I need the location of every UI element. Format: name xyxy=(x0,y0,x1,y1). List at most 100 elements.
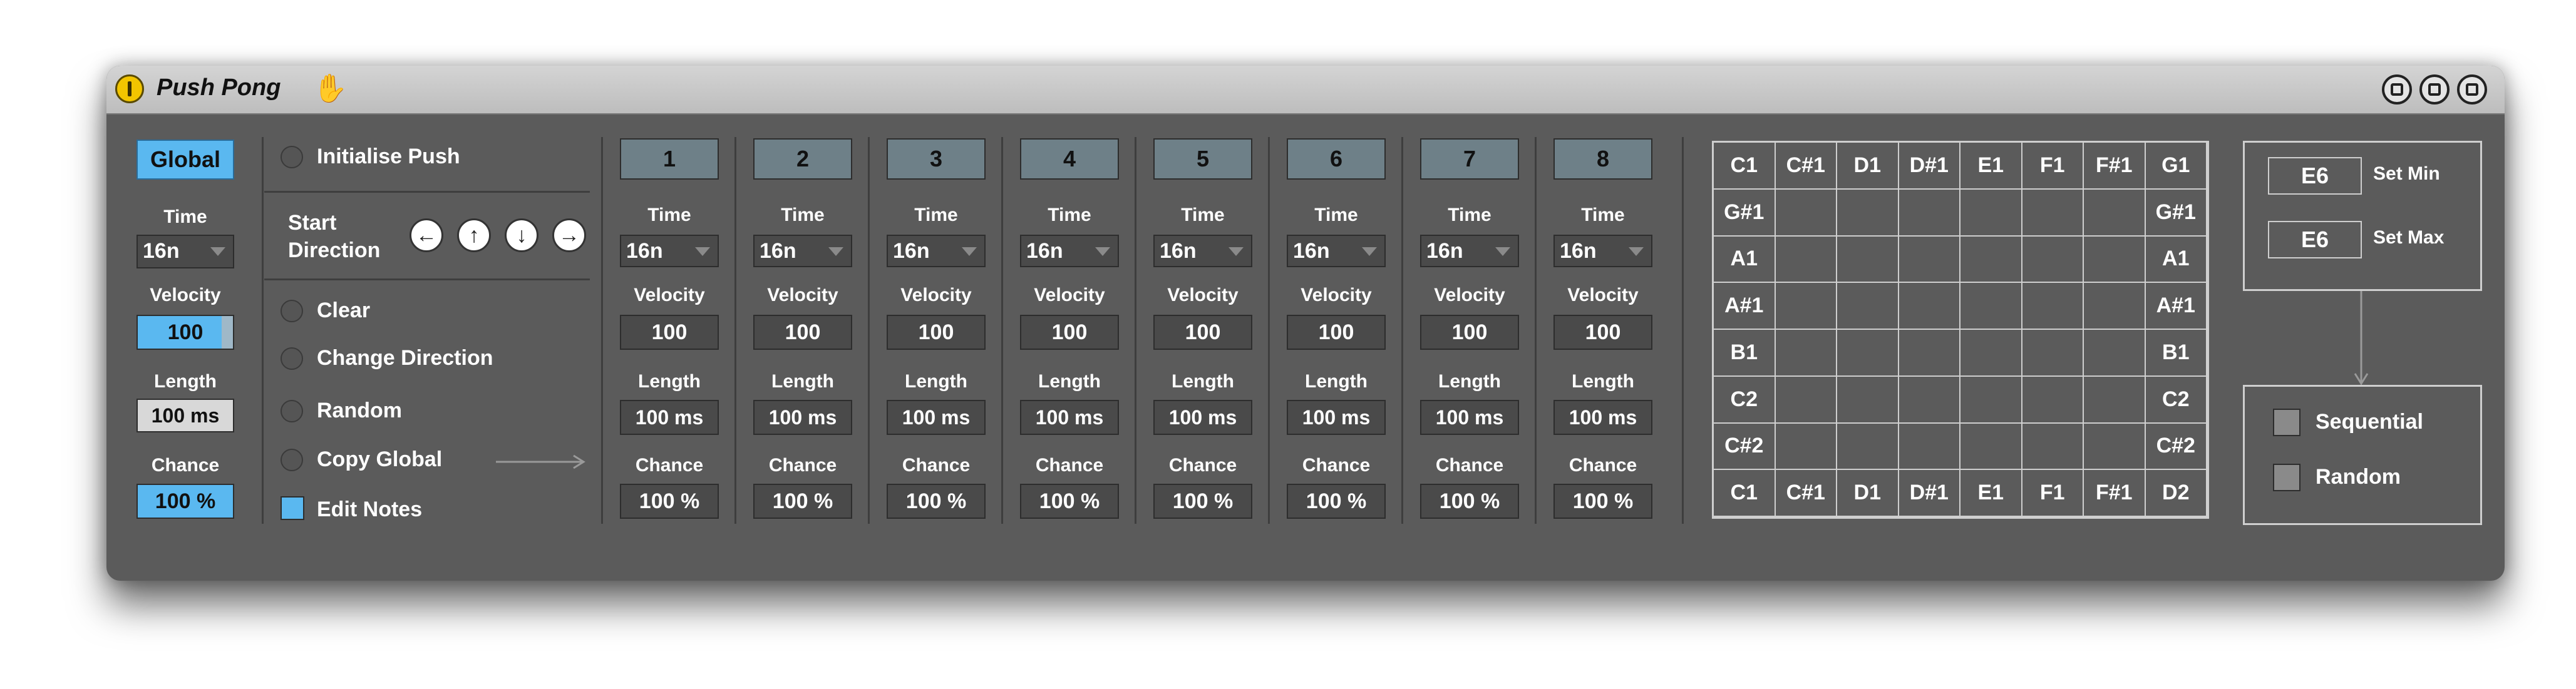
channel-velocity-field[interactable]: 100 xyxy=(1420,315,1519,350)
note-cell[interactable] xyxy=(1775,376,1837,424)
note-cell[interactable] xyxy=(1775,330,1837,377)
channel-velocity-field[interactable]: 100 xyxy=(1020,315,1119,350)
save-preset-icon[interactable] xyxy=(2382,74,2412,105)
note-cell[interactable] xyxy=(1899,376,1960,424)
note-cell[interactable] xyxy=(2022,423,2084,471)
note-cell[interactable] xyxy=(1899,283,1960,330)
note-cell[interactable] xyxy=(1837,283,1899,330)
channel-length-field[interactable]: 100 ms xyxy=(1287,400,1386,435)
channel-length-field[interactable]: 100 ms xyxy=(1020,400,1119,435)
channel-chance-field[interactable]: 100 % xyxy=(753,484,852,519)
initialise-push-radio[interactable] xyxy=(281,146,303,168)
channel-chance-field[interactable]: 100 % xyxy=(887,484,986,519)
edit-notes-checkbox[interactable] xyxy=(281,496,304,520)
channel-chance-field[interactable]: 100 % xyxy=(1287,484,1386,519)
channel-chance-field[interactable]: 100 % xyxy=(620,484,719,519)
channel-chance-field[interactable]: 100 % xyxy=(1153,484,1252,519)
channel-chance-field[interactable]: 100 % xyxy=(1553,484,1652,519)
note-cell[interactable] xyxy=(1960,236,2022,283)
note-cell[interactable] xyxy=(2084,236,2146,283)
channel-time-dropdown[interactable]: 16n xyxy=(1287,235,1386,267)
sequential-checkbox[interactable] xyxy=(2273,409,2300,436)
channel-velocity-field[interactable]: 100 xyxy=(1287,315,1386,350)
note-cell[interactable] xyxy=(1899,189,1960,237)
global-chance-slider[interactable]: 100 % xyxy=(137,484,234,519)
note-cell[interactable] xyxy=(1775,189,1837,237)
note-cell[interactable] xyxy=(1960,283,2022,330)
channel-velocity-field[interactable]: 100 xyxy=(1553,315,1652,350)
channel-velocity-field[interactable]: 100 xyxy=(887,315,986,350)
set-max-label[interactable]: Set Max xyxy=(2373,227,2444,248)
clear-radio[interactable] xyxy=(281,300,303,322)
arrow-down-icon[interactable]: ↓ xyxy=(505,218,538,252)
channel-velocity-field[interactable]: 100 xyxy=(753,315,852,350)
channel-velocity-field[interactable]: 100 xyxy=(1153,315,1252,350)
note-cell[interactable] xyxy=(2084,283,2146,330)
note-cell[interactable] xyxy=(2084,423,2146,471)
note-cell[interactable] xyxy=(1837,423,1899,471)
arrow-up-icon[interactable]: ↑ xyxy=(457,218,491,252)
note-cell[interactable] xyxy=(1899,330,1960,377)
note-cell[interactable] xyxy=(1960,330,2022,377)
note-cell[interactable] xyxy=(1837,236,1899,283)
channel-length-field[interactable]: 100 ms xyxy=(1553,400,1652,435)
channel-time-dropdown[interactable]: 16n xyxy=(887,235,986,267)
note-cell[interactable] xyxy=(2084,189,2146,237)
note-cell[interactable] xyxy=(1960,423,2022,471)
note-cell[interactable] xyxy=(1837,330,1899,377)
channel-velocity-field[interactable]: 100 xyxy=(620,315,719,350)
note-cell[interactable] xyxy=(2022,236,2084,283)
note-cell[interactable] xyxy=(2022,376,2084,424)
channel-button[interactable]: 2 xyxy=(753,138,852,180)
note-cell[interactable] xyxy=(2022,330,2084,377)
power-icon[interactable] xyxy=(115,74,144,103)
note-cell[interactable] xyxy=(2022,283,2084,330)
channel-length-field[interactable]: 100 ms xyxy=(620,400,719,435)
arrow-left-icon[interactable]: ← xyxy=(410,218,443,252)
channel-button[interactable]: 4 xyxy=(1020,138,1119,180)
channel-length-field[interactable]: 100 ms xyxy=(887,400,986,435)
channel-time-dropdown[interactable]: 16n xyxy=(1153,235,1252,267)
channel-button[interactable]: 5 xyxy=(1153,138,1252,180)
channel-button[interactable]: 6 xyxy=(1287,138,1386,180)
note-cell[interactable] xyxy=(2084,376,2146,424)
note-cell[interactable] xyxy=(1837,376,1899,424)
global-length-field[interactable]: 100 ms xyxy=(137,399,234,432)
hot-swap-icon[interactable] xyxy=(2419,74,2450,105)
global-time-dropdown[interactable]: 16n xyxy=(137,235,234,268)
channel-button[interactable]: 7 xyxy=(1420,138,1519,180)
channel-time-dropdown[interactable]: 16n xyxy=(620,235,719,267)
note-cell[interactable] xyxy=(1837,189,1899,237)
channel-button[interactable]: 1 xyxy=(620,138,719,180)
arrow-right-icon[interactable]: → xyxy=(552,218,586,252)
note-cell[interactable] xyxy=(1775,236,1837,283)
note-cell[interactable] xyxy=(2022,189,2084,237)
channel-button[interactable]: 8 xyxy=(1553,138,1652,180)
global-velocity-slider[interactable]: 100 xyxy=(137,315,234,350)
global-button[interactable]: Global xyxy=(137,140,234,180)
note-cell[interactable] xyxy=(1960,376,2022,424)
max-note-field[interactable]: E6 xyxy=(2268,221,2362,258)
channel-button[interactable]: 3 xyxy=(887,138,986,180)
channel-time-dropdown[interactable]: 16n xyxy=(753,235,852,267)
random-radio[interactable] xyxy=(281,400,303,422)
copy-global-radio[interactable] xyxy=(281,449,303,471)
channel-chance-field[interactable]: 100 % xyxy=(1020,484,1119,519)
set-min-label[interactable]: Set Min xyxy=(2373,163,2440,185)
note-cell[interactable] xyxy=(1899,236,1960,283)
channel-length-field[interactable]: 100 ms xyxy=(1153,400,1252,435)
random-mode-checkbox[interactable] xyxy=(2273,464,2300,491)
note-cell[interactable] xyxy=(1960,189,2022,237)
edit-device-icon[interactable] xyxy=(2457,74,2487,105)
channel-length-field[interactable]: 100 ms xyxy=(1420,400,1519,435)
note-cell[interactable] xyxy=(1775,423,1837,471)
change-direction-radio[interactable] xyxy=(281,347,303,370)
note-cell[interactable] xyxy=(2084,330,2146,377)
channel-time-dropdown[interactable]: 16n xyxy=(1020,235,1119,267)
channel-chance-field[interactable]: 100 % xyxy=(1420,484,1519,519)
channel-time-dropdown[interactable]: 16n xyxy=(1420,235,1519,267)
note-cell[interactable] xyxy=(1775,283,1837,330)
min-note-field[interactable]: E6 xyxy=(2268,157,2362,195)
note-cell[interactable] xyxy=(1899,423,1960,471)
channel-length-field[interactable]: 100 ms xyxy=(753,400,852,435)
